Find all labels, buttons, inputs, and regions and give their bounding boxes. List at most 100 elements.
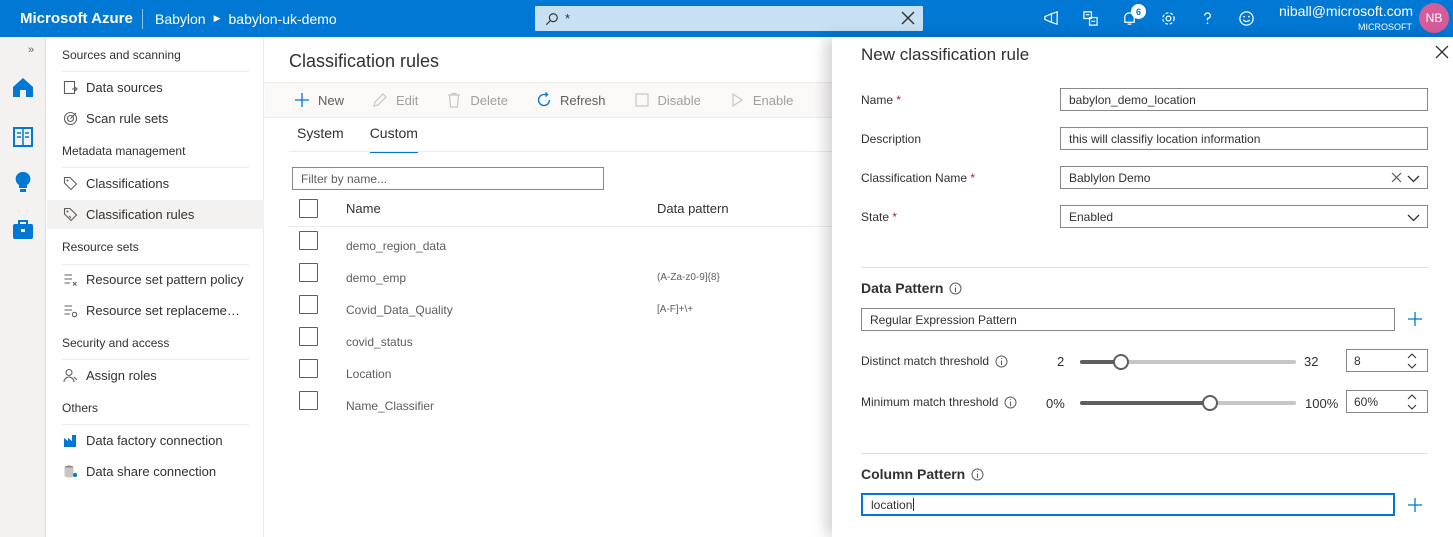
brand-link[interactable]: Microsoft Azure [0, 10, 142, 27]
smiley-icon[interactable] [1227, 0, 1266, 37]
slider-thumb[interactable] [1202, 395, 1218, 411]
table-row[interactable]: covid_status [289, 327, 832, 359]
catalog-icon[interactable] [9, 123, 37, 151]
help-icon[interactable] [1188, 0, 1227, 37]
nav-item-classification-rules[interactable]: Classification rules [47, 200, 264, 229]
disable-icon [634, 92, 650, 108]
required-mark: * [892, 210, 898, 224]
rule-name[interactable]: Location [346, 367, 391, 381]
nav-item-classifications[interactable]: Classifications [47, 169, 264, 198]
state-dropdown[interactable]: Enabled [1060, 205, 1428, 228]
feedback-icon[interactable] [1032, 0, 1071, 37]
close-icon[interactable] [1435, 45, 1449, 59]
column-header-data-pattern[interactable]: Data pattern [657, 201, 729, 216]
row-checkbox[interactable] [299, 391, 318, 410]
page-title: Classification rules [289, 51, 440, 71]
minimum-threshold-slider[interactable] [1080, 395, 1296, 411]
panel-title: New classification rule [861, 45, 1030, 64]
column-pattern-input[interactable]: location [861, 493, 1395, 516]
info-icon[interactable] [971, 468, 984, 481]
spin-arrows-icon[interactable] [1407, 352, 1417, 370]
row-checkbox[interactable] [299, 359, 318, 378]
nav-item-pattern-policy[interactable]: Resource set pattern policy [47, 265, 264, 294]
nav-item-assign-roles[interactable]: Assign roles [47, 361, 264, 390]
settings-icon[interactable] [1149, 0, 1188, 37]
description-value: this will classifiy location information [1069, 131, 1261, 146]
edit-button[interactable]: Edit [372, 92, 418, 108]
nav-item-scan-rule-sets[interactable]: Scan rule sets [47, 104, 264, 133]
rule-name[interactable]: covid_status [346, 335, 413, 349]
spin-arrows-icon[interactable] [1407, 393, 1417, 411]
rule-name[interactable]: demo_emp [346, 271, 406, 285]
add-data-pattern-icon[interactable] [1407, 311, 1423, 327]
table-row[interactable]: demo_region_data [289, 231, 832, 263]
breadcrumb-account[interactable]: babylon-uk-demo [229, 11, 337, 27]
distinct-threshold-stepper[interactable]: 8 [1346, 349, 1428, 372]
slider-thumb[interactable] [1113, 354, 1129, 370]
info-icon[interactable] [995, 355, 1008, 368]
table-row[interactable]: demo_emp (A-Za-z0-9]{8} [289, 263, 832, 295]
replacement-icon [62, 303, 78, 319]
table-row[interactable]: Name_Classifier [289, 391, 832, 423]
select-all-checkbox[interactable] [299, 199, 318, 218]
info-icon[interactable] [1004, 396, 1017, 409]
table-row[interactable]: Location [289, 359, 832, 391]
insights-icon[interactable] [9, 168, 37, 196]
rule-pattern: [A-F]+\+ [657, 304, 694, 315]
breadcrumb-babylon[interactable]: Babylon [155, 11, 206, 27]
avatar[interactable]: NB [1419, 3, 1449, 33]
nav-item-replacement[interactable]: Resource set replacement ... [47, 296, 264, 325]
filter-by-name-input[interactable] [292, 167, 604, 190]
nav-heading-resource-sets: Resource sets [62, 240, 139, 254]
tab-system[interactable]: System [297, 125, 344, 153]
clear-selection-icon[interactable] [1391, 172, 1402, 183]
new-button[interactable]: New [294, 92, 344, 108]
add-column-pattern-icon[interactable] [1407, 497, 1423, 513]
rule-name[interactable]: Name_Classifier [346, 399, 434, 413]
row-checkbox[interactable] [299, 231, 318, 250]
row-checkbox[interactable] [299, 295, 318, 314]
chevron-down-icon[interactable] [1407, 211, 1420, 224]
management-icon[interactable] [9, 215, 37, 243]
table-row[interactable]: Covid_Data_Quality [A-F]+\+ [289, 295, 832, 327]
home-icon[interactable] [9, 73, 37, 101]
column-header-name[interactable]: Name [346, 201, 381, 216]
delete-button[interactable]: Delete [446, 92, 508, 108]
data-pattern-input[interactable]: Regular Expression Pattern [861, 308, 1395, 331]
minimum-max: 100% [1305, 396, 1339, 411]
tab-custom[interactable]: Custom [369, 125, 419, 153]
search-input[interactable]: * [565, 11, 570, 26]
row-checkbox[interactable] [299, 327, 318, 346]
nav-item-data-share[interactable]: Data share connection [47, 457, 264, 486]
enable-button[interactable]: Enable [729, 92, 793, 108]
notifications-icon[interactable]: 6 [1110, 0, 1149, 37]
info-icon[interactable] [949, 282, 962, 295]
required-mark: * [970, 171, 976, 185]
global-search[interactable]: * [535, 6, 923, 31]
rule-name[interactable]: demo_region_data [346, 239, 446, 253]
nav-item-label: Assign roles [86, 368, 157, 383]
rule-name[interactable]: Covid_Data_Quality [346, 303, 453, 317]
nav-item-label: Classifications [86, 176, 170, 191]
account-menu[interactable]: niball@microsoft.com MICROSOFT [1279, 3, 1413, 34]
tabs-divider [289, 151, 832, 152]
description-field[interactable]: this will classifiy location information [1060, 127, 1428, 150]
nav-item-data-sources[interactable]: Data sources [47, 73, 264, 102]
classification-name-dropdown[interactable]: Bablylon Demo [1060, 166, 1428, 189]
name-label-text: Name [861, 93, 894, 107]
name-field[interactable]: babylon_demo_location [1060, 88, 1428, 111]
refresh-button[interactable]: Refresh [536, 92, 606, 108]
directory-icon[interactable] [1071, 0, 1110, 37]
distinct-threshold-slider[interactable] [1080, 354, 1296, 370]
nav-item-label: Data sources [86, 80, 163, 95]
nav-item-data-factory[interactable]: Data factory connection [47, 426, 264, 455]
expand-rail-icon[interactable]: » [28, 44, 34, 56]
name-label: Name * [861, 93, 901, 107]
nav-item-label: Classification rules [86, 207, 195, 222]
disable-button[interactable]: Disable [634, 92, 701, 108]
minimum-threshold-stepper[interactable]: 60% [1346, 390, 1428, 413]
minimum-threshold-text: Minimum match threshold [861, 395, 999, 409]
clear-search-icon[interactable] [901, 11, 915, 25]
chevron-down-icon[interactable] [1407, 172, 1420, 185]
row-checkbox[interactable] [299, 263, 318, 282]
